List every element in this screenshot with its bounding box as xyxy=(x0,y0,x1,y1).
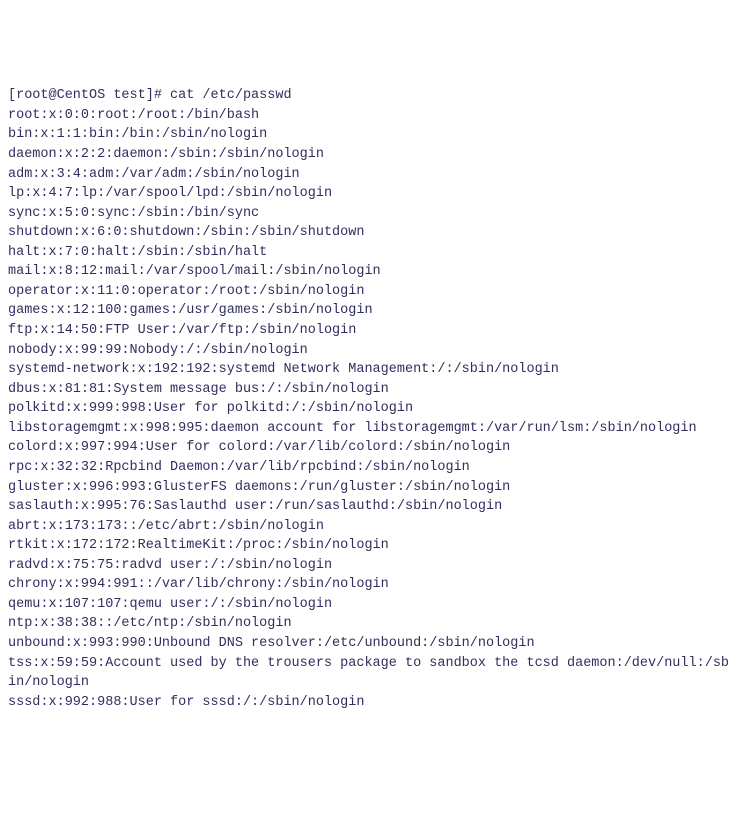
passwd-line: polkitd:x:999:998:User for polkitd:/:/sb… xyxy=(8,399,735,419)
passwd-line: lp:x:4:7:lp:/var/spool/lpd:/sbin/nologin xyxy=(8,184,735,204)
passwd-line: radvd:x:75:75:radvd user:/:/sbin/nologin xyxy=(8,556,735,576)
passwd-line: ftp:x:14:50:FTP User:/var/ftp:/sbin/nolo… xyxy=(8,321,735,341)
passwd-line: halt:x:7:0:halt:/sbin:/sbin/halt xyxy=(8,243,735,263)
terminal-output: [root@CentOS test]# cat /etc/passwdroot:… xyxy=(8,86,735,712)
passwd-line: colord:x:997:994:User for colord:/var/li… xyxy=(8,438,735,458)
passwd-line: sync:x:5:0:sync:/sbin:/bin/sync xyxy=(8,204,735,224)
passwd-line: chrony:x:994:991::/var/lib/chrony:/sbin/… xyxy=(8,575,735,595)
passwd-line: systemd-network:x:192:192:systemd Networ… xyxy=(8,360,735,380)
passwd-line: tss:x:59:59:Account used by the trousers… xyxy=(8,654,735,693)
passwd-line: operator:x:11:0:operator:/root:/sbin/nol… xyxy=(8,282,735,302)
passwd-line: saslauth:x:995:76:Saslauthd user:/run/sa… xyxy=(8,497,735,517)
passwd-line: shutdown:x:6:0:shutdown:/sbin:/sbin/shut… xyxy=(8,223,735,243)
shell-prompt: [root@CentOS test]# cat /etc/passwd xyxy=(8,86,735,106)
passwd-line: daemon:x:2:2:daemon:/sbin:/sbin/nologin xyxy=(8,145,735,165)
passwd-line: mail:x:8:12:mail:/var/spool/mail:/sbin/n… xyxy=(8,262,735,282)
passwd-line: sssd:x:992:988:User for sssd:/:/sbin/nol… xyxy=(8,693,735,713)
passwd-line: rpc:x:32:32:Rpcbind Daemon:/var/lib/rpcb… xyxy=(8,458,735,478)
passwd-line: dbus:x:81:81:System message bus:/:/sbin/… xyxy=(8,380,735,400)
passwd-line: rtkit:x:172:172:RealtimeKit:/proc:/sbin/… xyxy=(8,536,735,556)
passwd-line: adm:x:3:4:adm:/var/adm:/sbin/nologin xyxy=(8,165,735,185)
passwd-line: gluster:x:996:993:GlusterFS daemons:/run… xyxy=(8,478,735,498)
passwd-line: root:x:0:0:root:/root:/bin/bash xyxy=(8,106,735,126)
passwd-line: games:x:12:100:games:/usr/games:/sbin/no… xyxy=(8,301,735,321)
passwd-line: nobody:x:99:99:Nobody:/:/sbin/nologin xyxy=(8,341,735,361)
passwd-line: ntp:x:38:38::/etc/ntp:/sbin/nologin xyxy=(8,614,735,634)
passwd-line: abrt:x:173:173::/etc/abrt:/sbin/nologin xyxy=(8,517,735,537)
passwd-line: qemu:x:107:107:qemu user:/:/sbin/nologin xyxy=(8,595,735,615)
passwd-line: libstoragemgmt:x:998:995:daemon account … xyxy=(8,419,735,439)
passwd-line: bin:x:1:1:bin:/bin:/sbin/nologin xyxy=(8,125,735,145)
passwd-line: unbound:x:993:990:Unbound DNS resolver:/… xyxy=(8,634,735,654)
